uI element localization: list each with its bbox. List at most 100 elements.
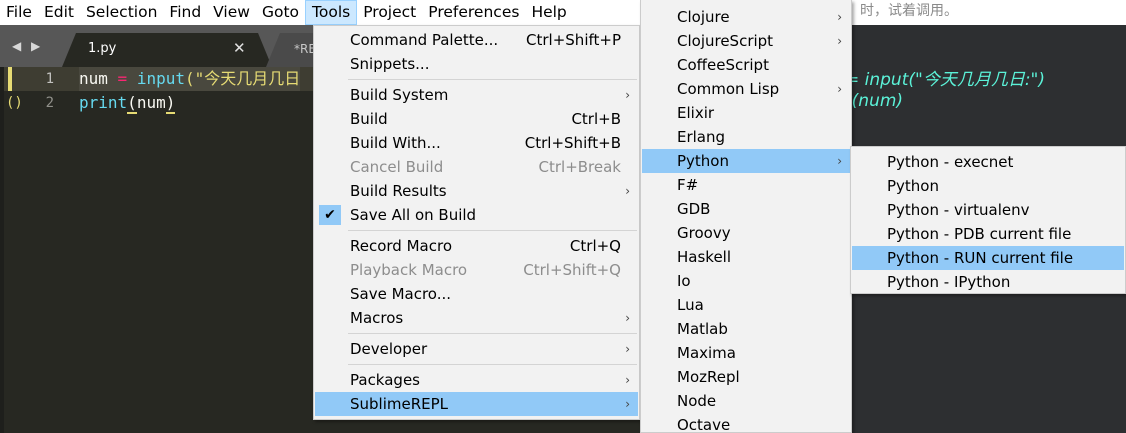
code-text: print(num)	[79, 91, 176, 115]
menu-file[interactable]: File	[0, 0, 38, 25]
menu-item-build[interactable]: Build Ctrl+B	[315, 107, 638, 131]
menu-item-build-with[interactable]: Build With... Ctrl+Shift+B	[315, 131, 638, 155]
menu-tools[interactable]: Tools	[305, 0, 358, 25]
menu-item-save-all-on-build[interactable]: ✔ Save All on Build	[315, 203, 638, 227]
menu-goto[interactable]: Goto	[256, 0, 305, 25]
menu-view[interactable]: View	[207, 0, 256, 25]
menu-item-command-palette[interactable]: Command Palette... Ctrl+Shift+P	[315, 28, 638, 52]
menu-item-label: Build System	[350, 86, 449, 104]
menu-item-label: Snippets...	[350, 55, 430, 73]
chevron-right-icon: ›	[625, 88, 630, 102]
menu-item-label: Octave	[677, 416, 731, 433]
menu-item-snippets[interactable]: Snippets...	[315, 52, 638, 76]
menu-item-python-virtualenv[interactable]: Python - virtualenv	[852, 198, 1124, 222]
chevron-right-icon: ›	[625, 342, 630, 356]
menu-item-clojure[interactable]: Clojure ›	[642, 5, 850, 29]
menu-item-python-pdb-current-file[interactable]: Python - PDB current file	[852, 222, 1124, 246]
menu-item-shortcut: Ctrl+Shift+P	[526, 31, 621, 49]
menu-item-haskell[interactable]: Haskell	[642, 245, 850, 269]
menu-item-clojurescript[interactable]: ClojureScript ›	[642, 29, 850, 53]
menu-selection[interactable]: Selection	[80, 0, 163, 25]
menu-item-label: Save All on Build	[350, 206, 477, 224]
menu-item-matlab[interactable]: Matlab	[642, 317, 850, 341]
menu-item-io[interactable]: Io	[642, 269, 850, 293]
menu-item-save-macro[interactable]: Save Macro...	[315, 282, 638, 306]
chevron-right-icon: ›	[837, 82, 842, 96]
menu-item-build-results[interactable]: Build Results ›	[315, 179, 638, 203]
menu-item-label: Save Macro...	[350, 285, 452, 303]
menu-help[interactable]: Help	[525, 0, 572, 25]
menu-item-label: Python	[887, 177, 939, 195]
menu-item-elixir[interactable]: Elixir	[642, 101, 850, 125]
chevron-right-icon: ›	[625, 397, 630, 411]
line-number: 2	[45, 95, 54, 111]
menu-item-build-system[interactable]: Build System ›	[315, 83, 638, 107]
menu-separator	[348, 230, 637, 231]
menu-separator	[348, 79, 637, 80]
menu-edit[interactable]: Edit	[38, 0, 80, 25]
menu-item-coffeescript[interactable]: CoffeeScript	[642, 53, 850, 77]
chevron-right-icon: ›	[837, 10, 842, 24]
menu-item-python[interactable]: Python ›	[642, 149, 850, 173]
menu-item-common-lisp[interactable]: Common Lisp ›	[642, 77, 850, 101]
token-function: print	[79, 93, 128, 112]
menu-item-mozrepl[interactable]: MozRepl	[642, 365, 850, 389]
code-text: num = input("今天几月几日	[79, 67, 301, 91]
menu-separator	[348, 333, 637, 334]
menu-item-label: F#	[677, 176, 699, 194]
tab-nav-arrows-icon[interactable]: ◀ ▶	[12, 39, 43, 53]
menu-item-sublimerepl[interactable]: SublimeREPL ›	[315, 392, 638, 416]
menu-item-shortcut: Ctrl+Shift+Q	[523, 261, 621, 279]
menu-item-octave[interactable]: Octave	[642, 413, 850, 433]
menu-item-label: Cancel Build	[350, 158, 444, 176]
token-variable: num	[79, 69, 108, 88]
menu-item-groovy[interactable]: Groovy	[642, 221, 850, 245]
menu-item-label: CoffeeScript	[677, 56, 769, 74]
menu-item-label: ClojureScript	[677, 32, 774, 50]
menu-item-node[interactable]: Node	[642, 389, 850, 413]
menu-item-label: Maxima	[677, 344, 736, 362]
menu-item-python-run-current-file[interactable]: Python - RUN current file	[852, 246, 1124, 270]
menu-item-python-execnet[interactable]: Python - execnet	[852, 150, 1124, 174]
menu-item-shortcut: Ctrl+Break	[538, 158, 622, 176]
menu-item-label: Common Lisp	[677, 80, 780, 98]
menu-item-gdb[interactable]: GDB	[642, 197, 850, 221]
menu-preferences[interactable]: Preferences	[422, 0, 525, 25]
menu-item-fsharp[interactable]: F#	[642, 173, 850, 197]
menu-item-python[interactable]: Python	[852, 174, 1124, 198]
menu-item-developer[interactable]: Developer ›	[315, 337, 638, 361]
menu-find[interactable]: Find	[163, 0, 207, 25]
menu-item-macros[interactable]: Macros ›	[315, 306, 638, 330]
menu-item-label: Command Palette...	[350, 31, 499, 49]
menu-item-python-ipython[interactable]: Python - IPython	[852, 270, 1124, 294]
line-number: 1	[45, 71, 54, 87]
background-code-line-2: t(num)	[845, 91, 904, 111]
chevron-right-icon: ›	[625, 311, 630, 325]
token-function: input	[136, 69, 185, 88]
menu-item-label: Python - PDB current file	[887, 225, 1072, 243]
python-submenu: Python - execnet Python Python - virtual…	[850, 146, 1126, 294]
menu-item-label: Python - execnet	[887, 153, 1014, 171]
tab-1py[interactable]: 1.py ✕	[62, 33, 272, 67]
checkmark-icon: ✔	[319, 205, 341, 225]
menu-item-record-macro[interactable]: Record Macro Ctrl+Q	[315, 234, 638, 258]
menu-item-erlang[interactable]: Erlang	[642, 125, 850, 149]
menu-item-label: Packages	[350, 371, 420, 389]
menu-item-label: Groovy	[677, 224, 731, 242]
chevron-right-icon: ›	[625, 373, 630, 387]
background-window-text: 时，试着调用。	[860, 3, 958, 19]
token-string: ("今天几月几日	[185, 69, 301, 88]
editor-gutter-edge	[0, 67, 4, 433]
chevron-right-icon: ›	[837, 34, 842, 48]
menu-item-maxima[interactable]: Maxima	[642, 341, 850, 365]
bracket-match-icon: ()	[6, 95, 23, 111]
menu-item-lua[interactable]: Lua	[642, 293, 850, 317]
menu-item-shortcut: Ctrl+Shift+B	[524, 134, 621, 152]
menu-item-packages[interactable]: Packages ›	[315, 368, 638, 392]
menu-item-label: Python - IPython	[887, 273, 1011, 291]
menu-project[interactable]: Project	[357, 0, 422, 25]
menu-separator	[348, 364, 637, 365]
menu-item-label: Io	[677, 272, 691, 290]
tab-close-icon[interactable]: ✕	[233, 39, 246, 57]
menu-item-shortcut: Ctrl+B	[571, 110, 621, 128]
